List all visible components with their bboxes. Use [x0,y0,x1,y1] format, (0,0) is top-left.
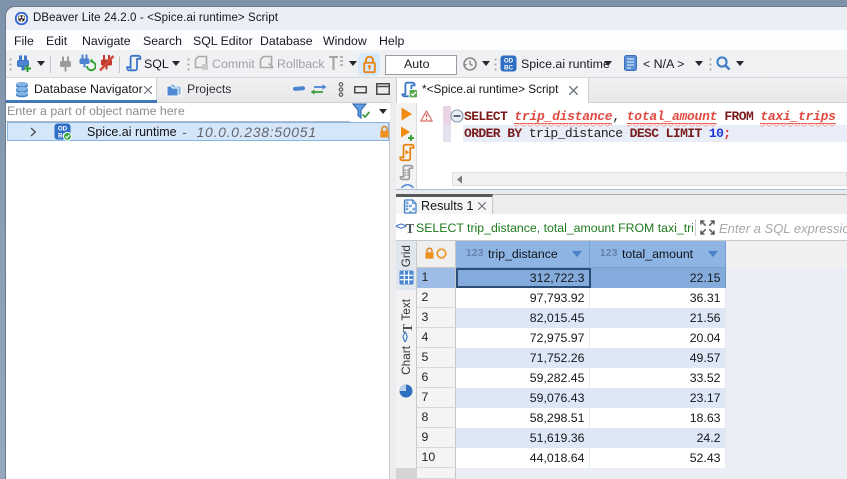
svg-text:OD: OD [58,126,68,133]
svg-text:<>: <> [400,331,412,342]
svg-text:BC: BC [504,65,513,72]
svg-text:T: T [400,324,414,333]
svg-text:OD: OD [504,58,514,65]
svg-text:T: T [406,221,415,235]
